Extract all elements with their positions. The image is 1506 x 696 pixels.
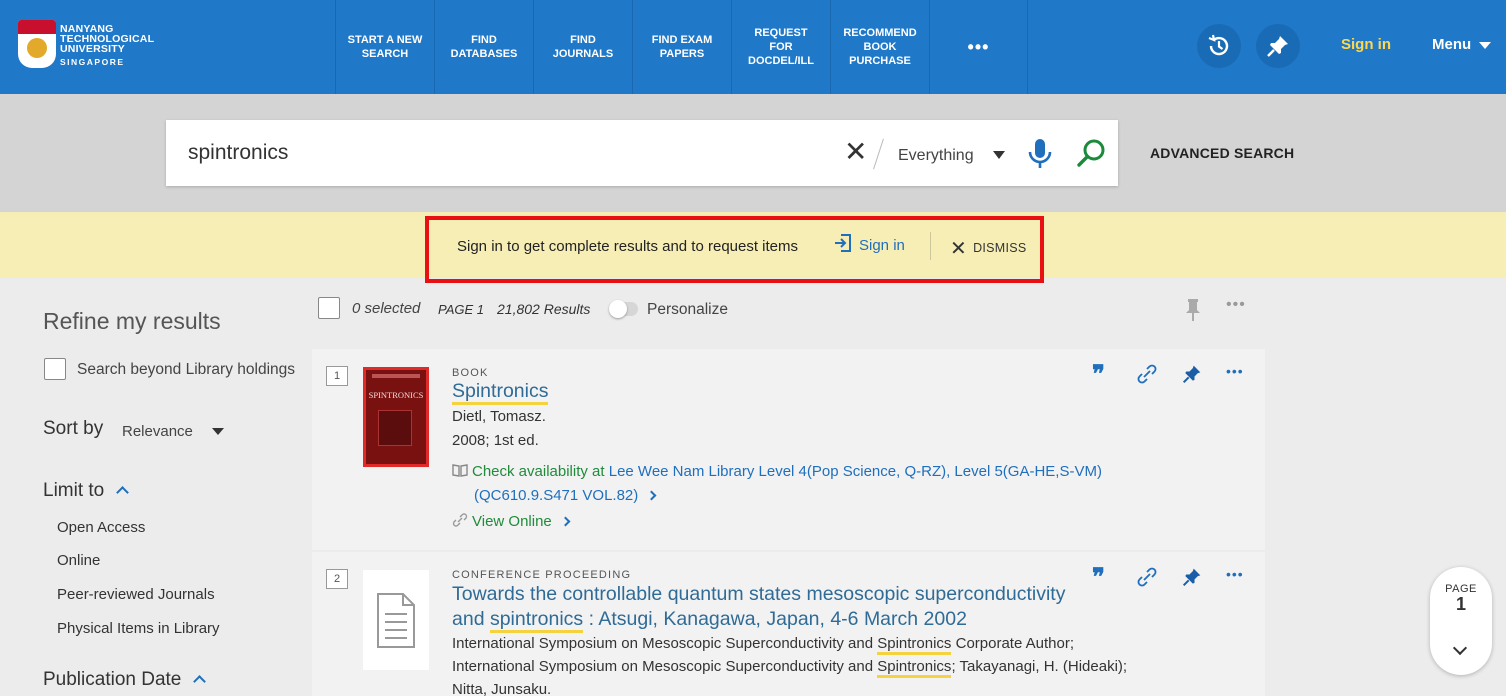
personalize-toggle[interactable] — [609, 300, 638, 318]
result-item[interactable]: 1 SPINTRONICS BOOK Spintronics Dietl, To… — [312, 349, 1265, 550]
availability-link[interactable]: Check availability at Lee Wee Nam Librar… — [452, 460, 1172, 508]
caret-down-icon — [1479, 41, 1492, 49]
clear-search-icon[interactable]: ✕ — [844, 138, 867, 166]
view-online-link[interactable]: View Online — [452, 510, 1172, 534]
caret-down-icon[interactable] — [212, 428, 224, 435]
pin-icon[interactable] — [1182, 363, 1202, 385]
citation-icon[interactable]: ❞ — [1092, 566, 1105, 590]
header-sign-in-link[interactable]: Sign in — [1341, 36, 1391, 53]
page-indicator: PAGE 1 — [438, 302, 485, 317]
result-item[interactable]: 2 CONFERENCE PROCEEDING Towards the cont… — [312, 552, 1265, 696]
chevron-right-icon — [560, 516, 571, 527]
limit-peer-reviewed[interactable]: Peer-reviewed Journals — [57, 586, 215, 603]
caret-down-icon[interactable] — [993, 151, 1005, 159]
citation-icon[interactable]: ❞ — [1092, 363, 1105, 387]
more-actions-icon[interactable]: ••• — [1226, 566, 1244, 582]
personalize-label[interactable]: Personalize — [647, 301, 728, 319]
document-thumbnail[interactable] — [363, 570, 429, 670]
search-icon[interactable] — [1075, 136, 1109, 170]
nav-more-button[interactable]: ••• — [929, 0, 1028, 94]
page-navigator[interactable]: PAGE 1 — [1430, 567, 1492, 675]
pin-icon — [1267, 36, 1288, 57]
chevron-right-icon — [646, 490, 657, 501]
search-beyond-label[interactable]: Search beyond Library holdings — [77, 361, 295, 379]
search-box: ✕ Everything — [166, 120, 1118, 186]
chevron-up-icon — [193, 675, 207, 688]
chevron-down-icon[interactable] — [1452, 640, 1468, 656]
sort-select[interactable]: Relevance — [122, 423, 193, 440]
search-history-button[interactable] — [1197, 24, 1241, 68]
nav-start-new-search[interactable]: START A NEW SEARCH — [335, 0, 434, 94]
pin-icon[interactable] — [1184, 298, 1202, 322]
result-number: 2 — [326, 569, 348, 589]
result-title[interactable]: Spintronics — [452, 379, 549, 405]
search-input[interactable] — [188, 141, 788, 165]
results-toolbar: 0 selected PAGE 1 21,802 Results Persona… — [312, 278, 1265, 348]
search-divider — [873, 138, 884, 170]
limit-to-heading[interactable]: Limit to — [43, 480, 130, 502]
search-beyond-checkbox[interactable] — [44, 358, 66, 380]
main-menu-button[interactable]: Menu — [1432, 36, 1492, 53]
result-author: Nitta, Junsaku. — [452, 681, 552, 696]
link-icon — [452, 513, 468, 527]
refine-results-panel: Refine my results Search beyond Library … — [0, 278, 312, 696]
nav-find-journals[interactable]: FIND JOURNALS — [533, 0, 632, 94]
permalink-icon[interactable] — [1136, 363, 1158, 385]
selected-count: 0 selected — [352, 300, 421, 317]
pin-icon[interactable] — [1182, 566, 1202, 588]
select-all-checkbox[interactable] — [318, 297, 340, 319]
result-number: 1 — [326, 366, 348, 386]
favorites-button[interactable] — [1256, 24, 1300, 68]
search-band: ✕ Everything ADVANCED SEARCH — [0, 94, 1506, 212]
highlight-box — [425, 216, 1044, 283]
permalink-icon[interactable] — [1136, 566, 1158, 588]
result-type: CONFERENCE PROCEEDING — [452, 569, 632, 581]
page-number: 1 — [1455, 594, 1466, 614]
search-scope-select[interactable]: Everything — [898, 147, 974, 165]
refine-title: Refine my results — [43, 308, 221, 334]
limit-physical-items[interactable]: Physical Items in Library — [57, 620, 220, 637]
more-actions-icon[interactable]: ••• — [1226, 296, 1246, 314]
results-count: 21,802 Results — [497, 301, 591, 317]
ntu-crest-icon — [18, 20, 56, 68]
document-icon — [377, 593, 415, 648]
nav-recommend-book-purchase[interactable]: RECOMMEND BOOK PURCHASE — [830, 0, 929, 94]
chevron-up-icon — [116, 486, 130, 499]
result-author: International Symposium on Mesoscopic Su… — [452, 635, 1074, 655]
advanced-search-link[interactable]: ADVANCED SEARCH — [1150, 145, 1294, 161]
result-author: International Symposium on Mesoscopic Su… — [452, 658, 1127, 678]
result-author: Dietl, Tomasz. — [452, 408, 546, 425]
book-cover-thumbnail[interactable]: SPINTRONICS — [363, 367, 429, 467]
book-icon — [452, 464, 468, 477]
limit-open-access[interactable]: Open Access — [57, 519, 145, 536]
publication-date-heading[interactable]: Publication Date — [43, 669, 207, 691]
nav-request-docdel-ill[interactable]: REQUEST FOR DOCDEL/ILL — [731, 0, 830, 94]
sort-by-label: Sort by — [43, 418, 104, 439]
nav-find-exam-papers[interactable]: FIND EXAM PAPERS — [632, 0, 731, 94]
result-type: BOOK — [452, 367, 489, 379]
top-navigation-bar: NANYANG TECHNOLOGICAL UNIVERSITY SINGAPO… — [0, 0, 1506, 94]
ntu-logo[interactable]: NANYANG TECHNOLOGICAL UNIVERSITY SINGAPO… — [14, 20, 164, 72]
more-actions-icon[interactable]: ••• — [1226, 363, 1244, 379]
result-title[interactable]: Towards the controllable quantum states … — [452, 582, 1092, 633]
limit-online[interactable]: Online — [57, 552, 100, 569]
result-edition: 2008; 1st ed. — [452, 432, 539, 449]
microphone-icon[interactable] — [1026, 137, 1054, 171]
nav-find-databases[interactable]: FIND DATABASES — [434, 0, 533, 94]
logo-text: NANYANG TECHNOLOGICAL UNIVERSITY SINGAPO… — [60, 23, 155, 67]
history-icon — [1208, 34, 1229, 56]
